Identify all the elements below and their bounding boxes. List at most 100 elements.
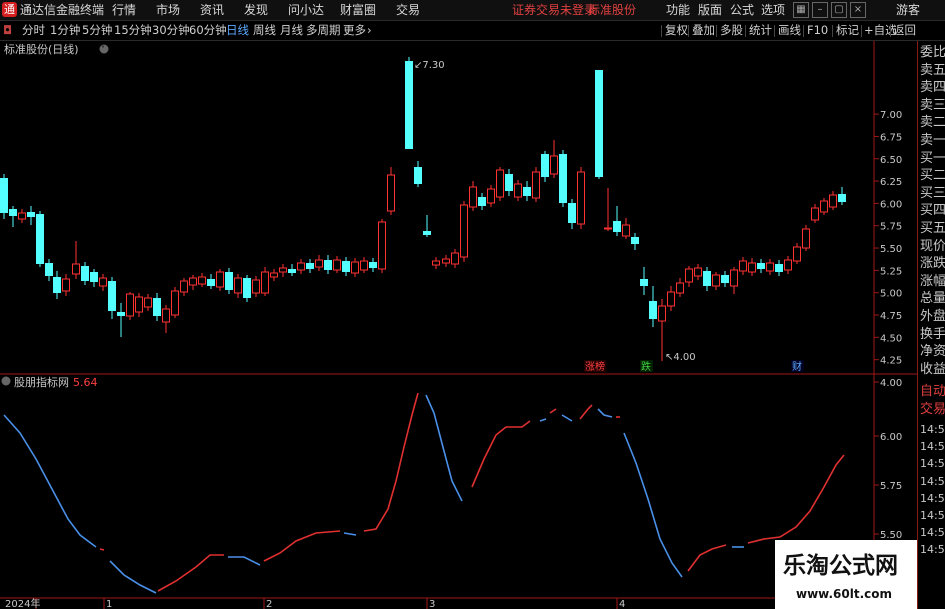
skin-icon[interactable]: ▦ [793,2,809,18]
yaxis-tick-label: 4.00 [880,378,902,389]
period-30min[interactable]: 30分钟 [152,23,190,38]
minimize-icon[interactable]: – [812,2,828,18]
yaxis-tick-label: 6.00 [880,199,902,210]
candle-body-up [766,262,774,272]
candle-body-down [649,301,657,319]
period-multi[interactable]: 多周期 [306,23,341,38]
menu-market[interactable]: 市场 [156,2,180,18]
candle-body-up [550,155,558,175]
candle-body-up [135,296,143,313]
tool-overlay[interactable]: 叠加 [692,23,715,38]
indicator-segment [343,532,357,536]
menu-trade[interactable]: 交易 [396,2,420,18]
period-toolbar: ◘ 分时 1分钟 5分钟 15分钟 30分钟 60分钟 日线 周线 月线 多周期… [0,21,945,41]
indicator-segment [228,556,261,566]
indicator-menu-icon[interactable] [1,376,11,386]
period-intraday[interactable]: 分时 [22,23,45,38]
tool-adjust[interactable]: 复权 [665,23,688,38]
candle-body-down [559,154,567,203]
candle-body-up [351,261,359,274]
auto-button[interactable]: 自动 [920,383,945,400]
candle-body-up [144,297,152,308]
candle-body-up [730,269,738,287]
close-icon[interactable]: × [850,2,866,18]
menu-ask[interactable]: 问小达 [288,2,324,18]
indicator-segment [549,408,557,414]
trade-button[interactable]: 交易 [920,401,945,418]
main-chart-menu-chevron-icon[interactable]: ˅ [101,45,105,54]
period-daily[interactable]: 日线 [226,23,249,38]
quote-field-label: 卖一 [920,133,945,148]
period-1min[interactable]: 1分钟 [50,23,80,38]
candle-body-up [604,227,612,230]
candle-body-down [721,275,729,283]
candle-body-down [568,203,576,223]
chart-area[interactable]: 标准股份(日线) ˅ 7.00 6.75 6.50 6.25 6.00 5.75 5.50 5… [0,41,917,609]
candle-body-up [739,260,747,272]
menu-formula[interactable]: 公式 [730,2,754,18]
menu-function[interactable]: 功能 [666,2,690,18]
toolbar-divider [774,25,775,37]
candle-body-up [712,274,720,287]
app-title: 通达信金融终端 [20,3,105,17]
more-chevron-icon[interactable]: › [367,23,372,38]
tool-f10[interactable]: F10 [807,23,828,38]
menu-discover[interactable]: 发现 [244,2,268,18]
login-notice[interactable]: 证券交易未登录 [512,2,596,18]
tool-drawline[interactable]: 画线 [778,23,801,38]
menu-quotes[interactable]: 行情 [112,2,136,18]
marker-top-gainers[interactable]: 涨榜 [585,360,605,373]
indicator-line [3,392,845,594]
yaxis-tick-label: 5.50 [880,244,902,255]
candle-body-up [99,277,107,287]
candle-body-down [243,278,251,298]
yaxis-tick-label: 6.50 [880,155,902,166]
candle-body-up [667,291,675,307]
yaxis-tick-label: 4.75 [880,311,902,322]
period-5min[interactable]: 5分钟 [82,23,112,38]
period-15min[interactable]: 15分钟 [114,23,152,38]
period-weekly[interactable]: 周线 [253,23,276,38]
main-chart-title: 标准股份(日线) [4,42,79,56]
watermark-title: 乐淘公式网 [783,552,898,579]
candlestick-series [0,57,846,361]
user-label[interactable]: 游客 [896,2,920,18]
quote-field-label: 涨幅 [920,273,945,289]
indicator-segment [109,560,157,594]
tool-back[interactable]: 返回 [893,23,916,38]
candle-body-down [36,214,44,264]
indicator-yaxis-label: 5.50 [880,530,902,541]
tool-statistics[interactable]: 统计 [749,23,772,38]
menu-wealth[interactable]: 财富圈 [340,2,376,18]
candle-body-up [676,282,684,294]
tick-time: 14:56 [920,509,945,522]
fold-toggle-icon[interactable]: ◘ [3,23,12,38]
indicator-segment [539,418,547,422]
maximize-icon[interactable]: ▢ [831,2,847,18]
menu-news[interactable]: 资讯 [200,2,224,18]
period-60min[interactable]: 60分钟 [189,23,227,38]
period-monthly[interactable]: 月线 [280,23,303,38]
marker-finance[interactable]: 财 [792,360,802,373]
app-logo-icon: 通 [2,2,17,17]
candle-body-up [126,293,134,317]
menu-layout[interactable]: 版面 [698,2,722,18]
tool-mark[interactable]: 标记 [836,23,859,38]
indicator-segment [157,554,224,592]
period-more[interactable]: 更多 [343,23,366,38]
yaxis-tick-label: 7.00 [880,110,902,121]
xaxis-label-feb: 2 [266,599,272,609]
menu-options[interactable]: 选项 [761,2,785,18]
yaxis-tick-label: 5.00 [880,289,902,300]
candle-body-up [62,278,70,292]
marker-drop[interactable]: 跌 [641,360,651,373]
quote-field-label: 收益 [920,361,945,377]
yaxis-tick-label: 5.25 [880,266,902,277]
tool-multistock[interactable]: 多股 [720,23,743,38]
indicator-segment [623,432,683,578]
candle-body-up [820,200,828,213]
candle-body-up [315,259,323,268]
tool-add-watchlist[interactable]: +自选 [864,23,897,38]
candle-body-down [53,277,61,293]
quote-field-label: 换手 [920,326,945,342]
